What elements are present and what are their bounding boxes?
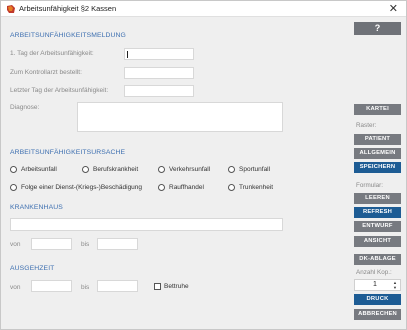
refresh-button[interactable]: REFRESH <box>354 207 401 218</box>
krankenhaus-section-title: KRANKENHAUS <box>10 204 63 211</box>
abbrechen-button[interactable]: ABBRECHEN <box>354 309 401 320</box>
bettruhe-checkbox[interactable] <box>154 283 161 290</box>
radio-dienstbeschaedigung[interactable] <box>10 184 17 191</box>
radio-rauffhandel[interactable] <box>158 184 165 191</box>
radio-label-rauffhandel: Rauffhandel <box>169 184 204 191</box>
patient-button[interactable]: PATIENT <box>354 134 401 145</box>
ansicht-button[interactable]: ANSICHT <box>354 236 401 247</box>
allgemein-button[interactable]: ALLGEMEIN <box>354 148 401 159</box>
text-caret <box>127 51 128 58</box>
anzahl-kopien-value: 1 <box>373 281 377 288</box>
anzahl-kopien-label: Anzahl Kop.: <box>356 269 392 276</box>
radio-sportunfall[interactable] <box>228 166 235 173</box>
erster-tag-label: 1. Tag der Arbeitsunfähigkeit: <box>10 50 94 57</box>
kartei-button[interactable]: KARTEI <box>354 104 401 115</box>
letzter-tag-input[interactable] <box>124 85 194 97</box>
radio-label-trunkenheit: Trunkenheit <box>239 184 274 191</box>
krankenhaus-von-label: von <box>10 241 21 248</box>
dk-ablage-button[interactable]: DK-ABLAGE <box>354 254 401 265</box>
radio-label-sportunfall: Sportunfall <box>239 166 271 173</box>
ausgehzeit-von-label: von <box>10 284 21 291</box>
radio-label-arbeitsunfall: Arbeitsunfall <box>21 166 57 173</box>
formular-label: Formular: <box>356 182 383 189</box>
krankenhaus-bis-label: bis <box>81 241 90 248</box>
leeren-button[interactable]: LEEREN <box>354 193 401 204</box>
bettruhe-label: Bettruhe <box>164 283 189 290</box>
krankenhaus-von-input[interactable] <box>31 238 72 250</box>
spinner-arrows-icon[interactable]: ▲ ▼ <box>391 280 399 290</box>
raster-label: Raster: <box>356 122 377 129</box>
druck-button[interactable]: DRUCK <box>354 294 401 305</box>
krankenhaus-input[interactable] <box>10 218 283 231</box>
ausgehzeit-von-input[interactable] <box>31 280 72 292</box>
dialog-window: Arbeitsunfähigkeit §2 Kassen ✕ ARBEITSUN… <box>0 0 407 330</box>
window-title: Arbeitsunfähigkeit §2 Kassen <box>19 4 117 13</box>
ursache-section-title: ARBEITSUNFÄHIGKEITSURSACHE <box>10 149 126 156</box>
radio-label-verkehrsunfall: Verkehrsunfall <box>169 166 211 173</box>
speichern-button[interactable]: SPEICHERN <box>354 162 401 173</box>
diagnose-textarea[interactable] <box>77 102 283 132</box>
erster-tag-input[interactable] <box>124 48 194 60</box>
radio-arbeitsunfall[interactable] <box>10 166 17 173</box>
entwurf-button[interactable]: ENTWURF <box>354 221 401 232</box>
ausgehzeit-bis-input[interactable] <box>97 280 138 292</box>
anzahl-kopien-stepper[interactable]: 1 ▲ ▼ <box>354 279 401 291</box>
radio-label-dienstbeschaedigung: Folge einer Dienst-(Kriegs-)Beschädigung <box>21 184 143 191</box>
letzter-tag-label: Letzter Tag der Arbeitsunfähigkeit: <box>10 87 109 94</box>
ausgehzeit-bis-label: bis <box>81 284 90 291</box>
help-button[interactable]: ? <box>354 22 401 35</box>
close-icon[interactable]: ✕ <box>389 1 398 17</box>
diagnose-label: Diagnose: <box>10 104 40 111</box>
radio-verkehrsunfall[interactable] <box>158 166 165 173</box>
radio-berufskrankheit[interactable] <box>82 166 89 173</box>
kontrollarzt-input[interactable] <box>124 67 194 79</box>
meldung-section-title: ARBEITSUNFÄHIGKEITSMELDUNG <box>10 32 126 39</box>
title-bar: Arbeitsunfähigkeit §2 Kassen ✕ <box>1 1 406 17</box>
ausgehzeit-section-title: AUSGEHZEIT <box>10 265 55 272</box>
app-icon <box>7 5 15 13</box>
radio-label-berufskrankheit: Berufskrankheit <box>93 166 139 173</box>
kontrollarzt-label: Zum Kontrollarzt bestellt: <box>10 69 82 76</box>
radio-trunkenheit[interactable] <box>228 184 235 191</box>
krankenhaus-bis-input[interactable] <box>97 238 138 250</box>
